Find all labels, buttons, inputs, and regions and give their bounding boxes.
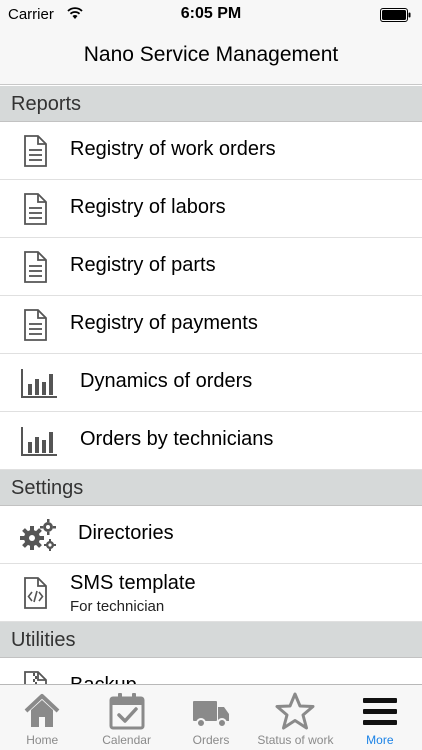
menu-item-sms-template[interactable]: SMS template For technician (0, 564, 422, 622)
bar-chart-icon (21, 369, 57, 398)
tab-orders[interactable]: Orders (169, 685, 253, 750)
tab-home[interactable]: Home (0, 685, 84, 750)
document-icon (24, 309, 47, 341)
tab-label: Status of work (257, 733, 334, 747)
document-icon (24, 135, 47, 167)
code-file-icon (24, 577, 47, 609)
menu-item-label: Registry of parts (70, 254, 216, 276)
menu-item-label: Directories (78, 522, 174, 544)
tab-label: Orders (192, 733, 230, 747)
menu-item-backup[interactable]: Backup (0, 658, 422, 684)
menu-item-registry-of-parts[interactable]: Registry of parts (0, 238, 422, 296)
page-title: Nano Service Management (83, 43, 339, 66)
calendar-icon (109, 693, 145, 730)
menu-item-directories[interactable]: Directories (0, 506, 422, 564)
menu-icon (362, 698, 397, 725)
home-icon (24, 694, 60, 727)
menu-item-orders-by-technicians[interactable]: Orders by technicians (0, 412, 422, 470)
section-header-utilities: Utilities (0, 622, 422, 658)
menu-item-label: Registry of labors (70, 196, 226, 218)
truck-icon (193, 701, 230, 728)
section-header-reports: Reports (0, 86, 422, 122)
menu-item-sublabel: For technician (70, 598, 165, 615)
menu-item-registry-of-work-orders[interactable]: Registry of work orders (0, 122, 422, 180)
menu-item-label: SMS template (70, 572, 196, 594)
menu-item-label: Registry of work orders (70, 138, 276, 160)
tab-bar: Home Calendar Orders Status of work More (0, 684, 422, 750)
menu-item-label: Backup (70, 674, 137, 684)
section-title: Settings (11, 477, 84, 499)
navigation-bar: Nano Service Management (0, 30, 422, 85)
menu-item-registry-of-labors[interactable]: Registry of labors (0, 180, 422, 238)
menu-item-registry-of-payments[interactable]: Registry of payments (0, 296, 422, 354)
tab-more[interactable]: More (338, 685, 422, 750)
gears-icon (20, 519, 56, 551)
tab-label: Home (26, 733, 59, 747)
tab-calendar[interactable]: Calendar (84, 685, 168, 750)
more-menu-list[interactable]: Reports Registry of work orders Registry… (0, 86, 422, 684)
document-icon (24, 193, 47, 225)
menu-item-label: Dynamics of orders (80, 370, 253, 392)
menu-item-dynamics-of-orders[interactable]: Dynamics of orders (0, 354, 422, 412)
tab-status-of-work[interactable]: Status of work (253, 685, 337, 750)
tab-label: Calendar (102, 733, 151, 747)
bar-chart-icon (21, 427, 57, 456)
menu-item-label: Registry of payments (70, 312, 258, 334)
menu-item-label: Orders by technicians (80, 428, 274, 450)
document-icon (24, 251, 47, 283)
tab-label: More (366, 733, 394, 747)
clock: 6:05 PM (180, 5, 242, 22)
section-title: Reports (11, 93, 82, 115)
battery-icon (380, 8, 411, 22)
status-bar: Carrier 6:05 PM (0, 0, 422, 30)
star-icon (275, 692, 315, 730)
section-header-settings: Settings (0, 470, 422, 506)
section-title: Utilities (11, 629, 76, 651)
archive-file-icon (24, 671, 47, 684)
